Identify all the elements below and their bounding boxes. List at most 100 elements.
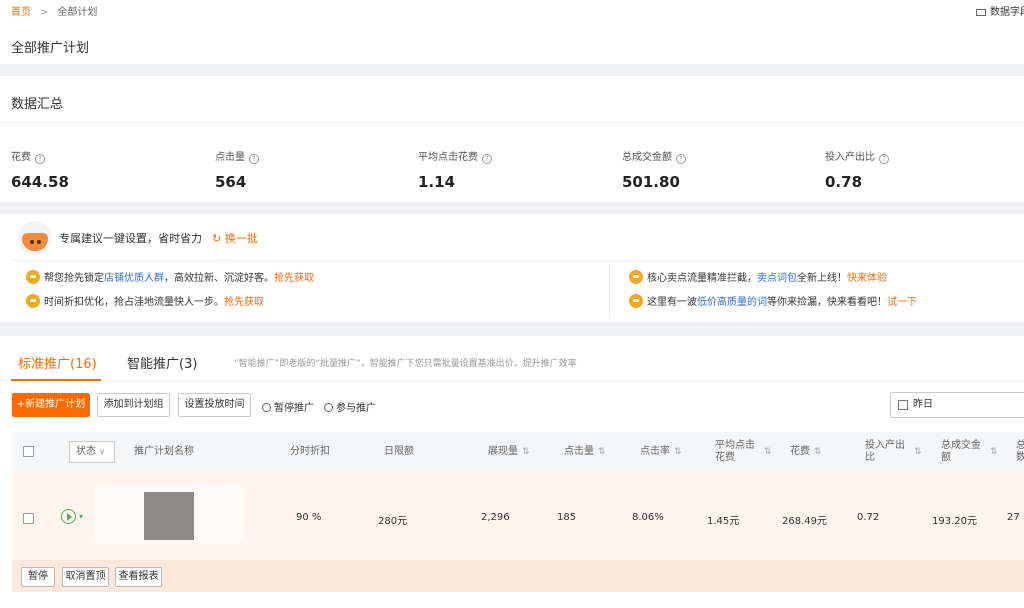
tip-text: 时间折扣优化，抢占洼地流量快人一步。 xyxy=(44,297,224,308)
metric-label: 平均点击花费 xyxy=(418,152,478,163)
tip-action-link[interactable]: 快来体验 xyxy=(847,273,887,284)
help-icon[interactable]: ? xyxy=(676,154,686,164)
col-label: 点击量 xyxy=(564,446,594,457)
suggestion-panel: 专属建议一键设置，省时省力 ↻ 换一批 帮您抢先锁定店铺优质人群，高效拉新、沉淀好… xyxy=(0,214,1024,322)
cell-clicks: 185 xyxy=(557,512,577,523)
sort-icon[interactable]: ⇅ xyxy=(764,446,772,458)
cell-cost: 268.49元 xyxy=(782,516,827,527)
col-avg-cpc[interactable]: 平均点击 花费 xyxy=(715,440,755,464)
tab-note: “智能推广”即老版的“批量推广”，智能推广下您只需批量设置基准出价，提升推广效率 xyxy=(234,359,577,369)
pause-button[interactable]: 暂停 xyxy=(21,567,55,587)
tip-action-link[interactable]: 试一下 xyxy=(887,297,917,308)
tab-standard[interactable]: 标准推广(16) xyxy=(18,353,97,372)
sort-icon[interactable]: ⇅ xyxy=(990,446,998,458)
col-label: 展现量 xyxy=(488,446,518,457)
new-plan-button[interactable]: +新建推广计划 xyxy=(12,393,90,417)
col-cost[interactable]: 花费 ⇅ xyxy=(790,446,822,458)
tip-highlight[interactable]: 低价高质量的词 xyxy=(697,297,767,308)
pause-icon xyxy=(262,403,271,412)
table-row[interactable]: ▾ 90 % 280元 2,296 185 8.06% 1.45元 268.49… xyxy=(12,472,1024,560)
data-summary: 数据汇总 花费? 644.58 点击量? 564 平均点击花费? 1.14 总成… xyxy=(0,76,1024,202)
metric-label: 点击量 xyxy=(215,152,245,163)
tip-text: 核心卖点流量精准拦截， xyxy=(647,273,757,284)
join-label: 参与推广 xyxy=(336,403,376,414)
tip-action-link[interactable]: 抢先获取 xyxy=(224,297,264,308)
table-header: 状态 ∨ 推广计划名称 分时折扣 日限额 展现量 ⇅ 点击量 ⇅ 点击率 ⇅ 平均点击… xyxy=(12,432,1024,472)
metric-label: 花费 xyxy=(11,152,31,163)
date-range-select[interactable]: 昨日 xyxy=(890,392,1024,418)
tip-text: 帮您抢先锁定 xyxy=(44,273,104,284)
help-icon[interactable]: ? xyxy=(249,154,259,164)
breadcrumb-home[interactable]: 首页 xyxy=(11,7,31,18)
cell-gmv: 193.20元 xyxy=(932,516,977,527)
tip-action-link[interactable]: 抢先获取 xyxy=(274,273,314,284)
col-label: 花费 xyxy=(790,446,810,457)
sort-icon: ⇅ xyxy=(814,447,822,457)
data-fields-label: 数据字段 xyxy=(990,7,1024,18)
data-fields-button[interactable]: 数据字段 xyxy=(976,3,1024,18)
cell-avg-cpc: 1.45元 xyxy=(707,516,740,527)
calendar-icon xyxy=(898,400,908,410)
col-more: 总数 xyxy=(1016,440,1024,464)
mascot-icon xyxy=(18,221,52,255)
col-roi[interactable]: 投入产出比 xyxy=(865,440,905,464)
col-budget: 日限额 xyxy=(384,446,414,457)
metric-cost: 花费? 644.58 xyxy=(11,148,69,191)
pause-label: 暂停推广 xyxy=(274,403,314,414)
tab-smart[interactable]: 智能推广(3) xyxy=(127,353,197,372)
cell-budget[interactable]: 280元 xyxy=(378,512,407,527)
metric-avg-cpc: 平均点击花费? 1.14 xyxy=(418,148,492,191)
help-icon[interactable]: ? xyxy=(879,154,889,164)
chat-bubble-icon xyxy=(26,270,40,284)
sort-icon[interactable]: ⇅ xyxy=(914,446,922,458)
join-promotion-button[interactable]: 参与推广 xyxy=(324,399,376,414)
tip-highlight[interactable]: 卖点词包 xyxy=(757,273,797,284)
play-status-icon[interactable] xyxy=(61,509,76,524)
view-report-button[interactable]: 查看报表 xyxy=(115,567,162,587)
select-all-checkbox[interactable] xyxy=(23,446,34,457)
metric-value: 501.80 xyxy=(622,173,680,191)
metric-label: 总成交金额 xyxy=(622,152,672,163)
metric-value: 1.14 xyxy=(418,173,456,191)
col-impressions[interactable]: 展现量 ⇅ xyxy=(488,446,530,458)
col-label: 平均点击 xyxy=(715,440,755,451)
suggestion-tip: 帮您抢先锁定店铺优质人群，高效拉新、沉淀好客。抢先获取 xyxy=(26,269,314,284)
tip-text: 这里有一波 xyxy=(647,297,697,308)
chevron-down-icon[interactable]: ▾ xyxy=(79,512,83,521)
help-icon[interactable]: ? xyxy=(35,154,45,164)
tab-bar: 标准推广(16) 智能推广(3) “智能推广”即老版的“批量推广”，智能推广下您… xyxy=(0,336,1024,381)
tip-text: 全新上线！ xyxy=(797,273,847,284)
metric-value: 564 xyxy=(215,173,247,191)
cell-roi: 0.72 xyxy=(857,512,880,523)
breadcrumb: 首页 > 全部计划 xyxy=(11,3,97,18)
tip-text: ，高效拉新、沉淀好客。 xyxy=(164,273,274,284)
col-label: 点击率 xyxy=(640,446,670,457)
metric-gmv: 总成交金额? 501.80 xyxy=(622,148,686,191)
tip-highlight[interactable]: 店铺优质人群 xyxy=(104,273,164,284)
date-value: 昨日 xyxy=(913,399,933,410)
cell-ctr: 8.06% xyxy=(632,512,664,523)
set-time-button[interactable]: 设置投放时间 xyxy=(178,393,251,417)
status-filter-select[interactable]: 状态 ∨ xyxy=(69,441,115,463)
col-clicks[interactable]: 点击量 ⇅ xyxy=(564,446,606,458)
refresh-button[interactable]: ↻ 换一批 xyxy=(212,232,258,245)
cell-discount[interactable]: 90 % xyxy=(296,512,321,523)
col-ctr[interactable]: 点击率 ⇅ xyxy=(640,446,682,458)
pause-promotion-button[interactable]: 暂停推广 xyxy=(262,399,314,414)
metric-clicks: 点击量? 564 xyxy=(215,148,259,191)
page-title: 全部推广计划 xyxy=(11,41,90,56)
divider xyxy=(0,122,1024,123)
suggestion-tip: 时间折扣优化，抢占洼地流量快人一步。抢先获取 xyxy=(26,293,264,308)
col-gmv[interactable]: 总成交金额 xyxy=(941,440,981,464)
metric-label: 投入产出比 xyxy=(825,152,875,163)
metric-value: 644.58 xyxy=(11,173,69,191)
chat-bubble-icon xyxy=(629,294,643,308)
add-to-group-button[interactable]: 添加到计划组 xyxy=(97,393,170,417)
help-icon[interactable]: ? xyxy=(482,154,492,164)
sort-icon: ⇅ xyxy=(598,447,606,457)
metric-value: 0.78 xyxy=(825,173,863,191)
tab-underline xyxy=(11,379,101,381)
unpin-button[interactable]: 取消置顶 xyxy=(62,567,109,587)
col-label: 数 xyxy=(1016,452,1024,463)
row-checkbox[interactable] xyxy=(23,513,34,524)
